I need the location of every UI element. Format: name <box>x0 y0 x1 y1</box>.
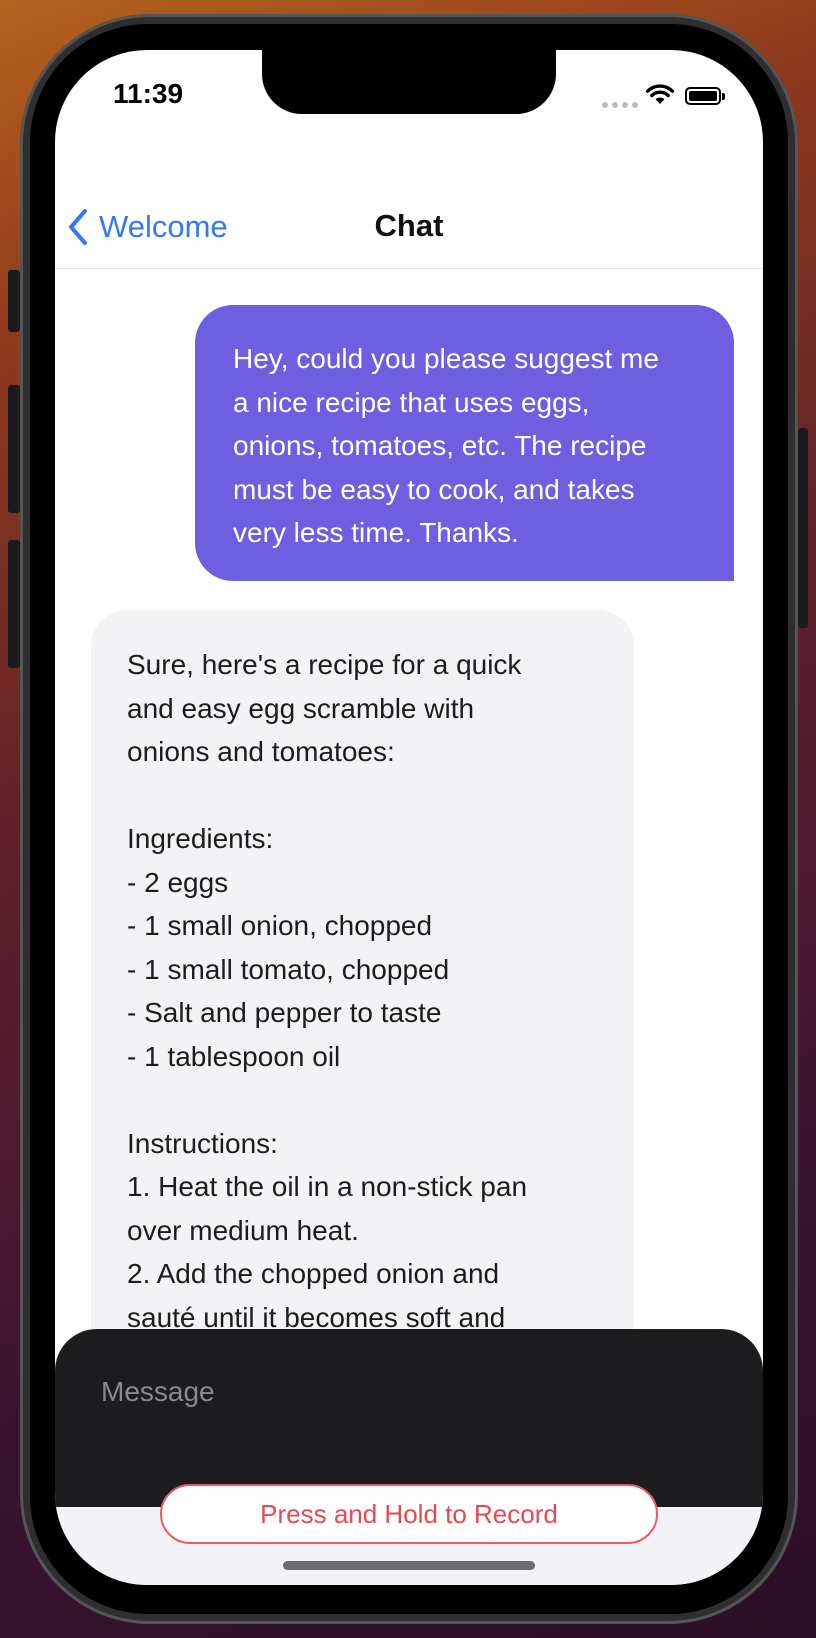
device-notch <box>262 50 556 114</box>
message-input[interactable] <box>99 1369 723 1415</box>
power-button <box>798 428 808 628</box>
user-message-bubble: Hey, could you please suggest me a nice … <box>195 305 734 581</box>
volume-down-button <box>8 540 20 668</box>
volume-up-button <box>8 385 20 513</box>
wifi-icon <box>645 84 675 104</box>
status-time: 11:39 <box>113 78 184 109</box>
ring-switch <box>8 270 20 332</box>
cellular-signal-icon <box>602 102 638 108</box>
message-composer <box>55 1329 763 1507</box>
chat-message-list[interactable]: Hey, could you please suggest me a nice … <box>55 269 763 1329</box>
record-button-label: Press and Hold to Record <box>260 1498 558 1529</box>
assistant-message-bubble: Sure, here's a recipe for a quick and ea… <box>91 610 634 1329</box>
home-indicator[interactable] <box>283 1561 535 1570</box>
navigation-bar: Welcome Chat <box>55 190 763 269</box>
phone-screen: 11:39 Welcome Chat Hey, could you please… <box>55 50 763 1585</box>
page-title: Chat <box>374 208 444 243</box>
battery-icon <box>685 87 725 105</box>
press-and-hold-record-button[interactable]: Press and Hold to Record <box>160 1484 658 1544</box>
